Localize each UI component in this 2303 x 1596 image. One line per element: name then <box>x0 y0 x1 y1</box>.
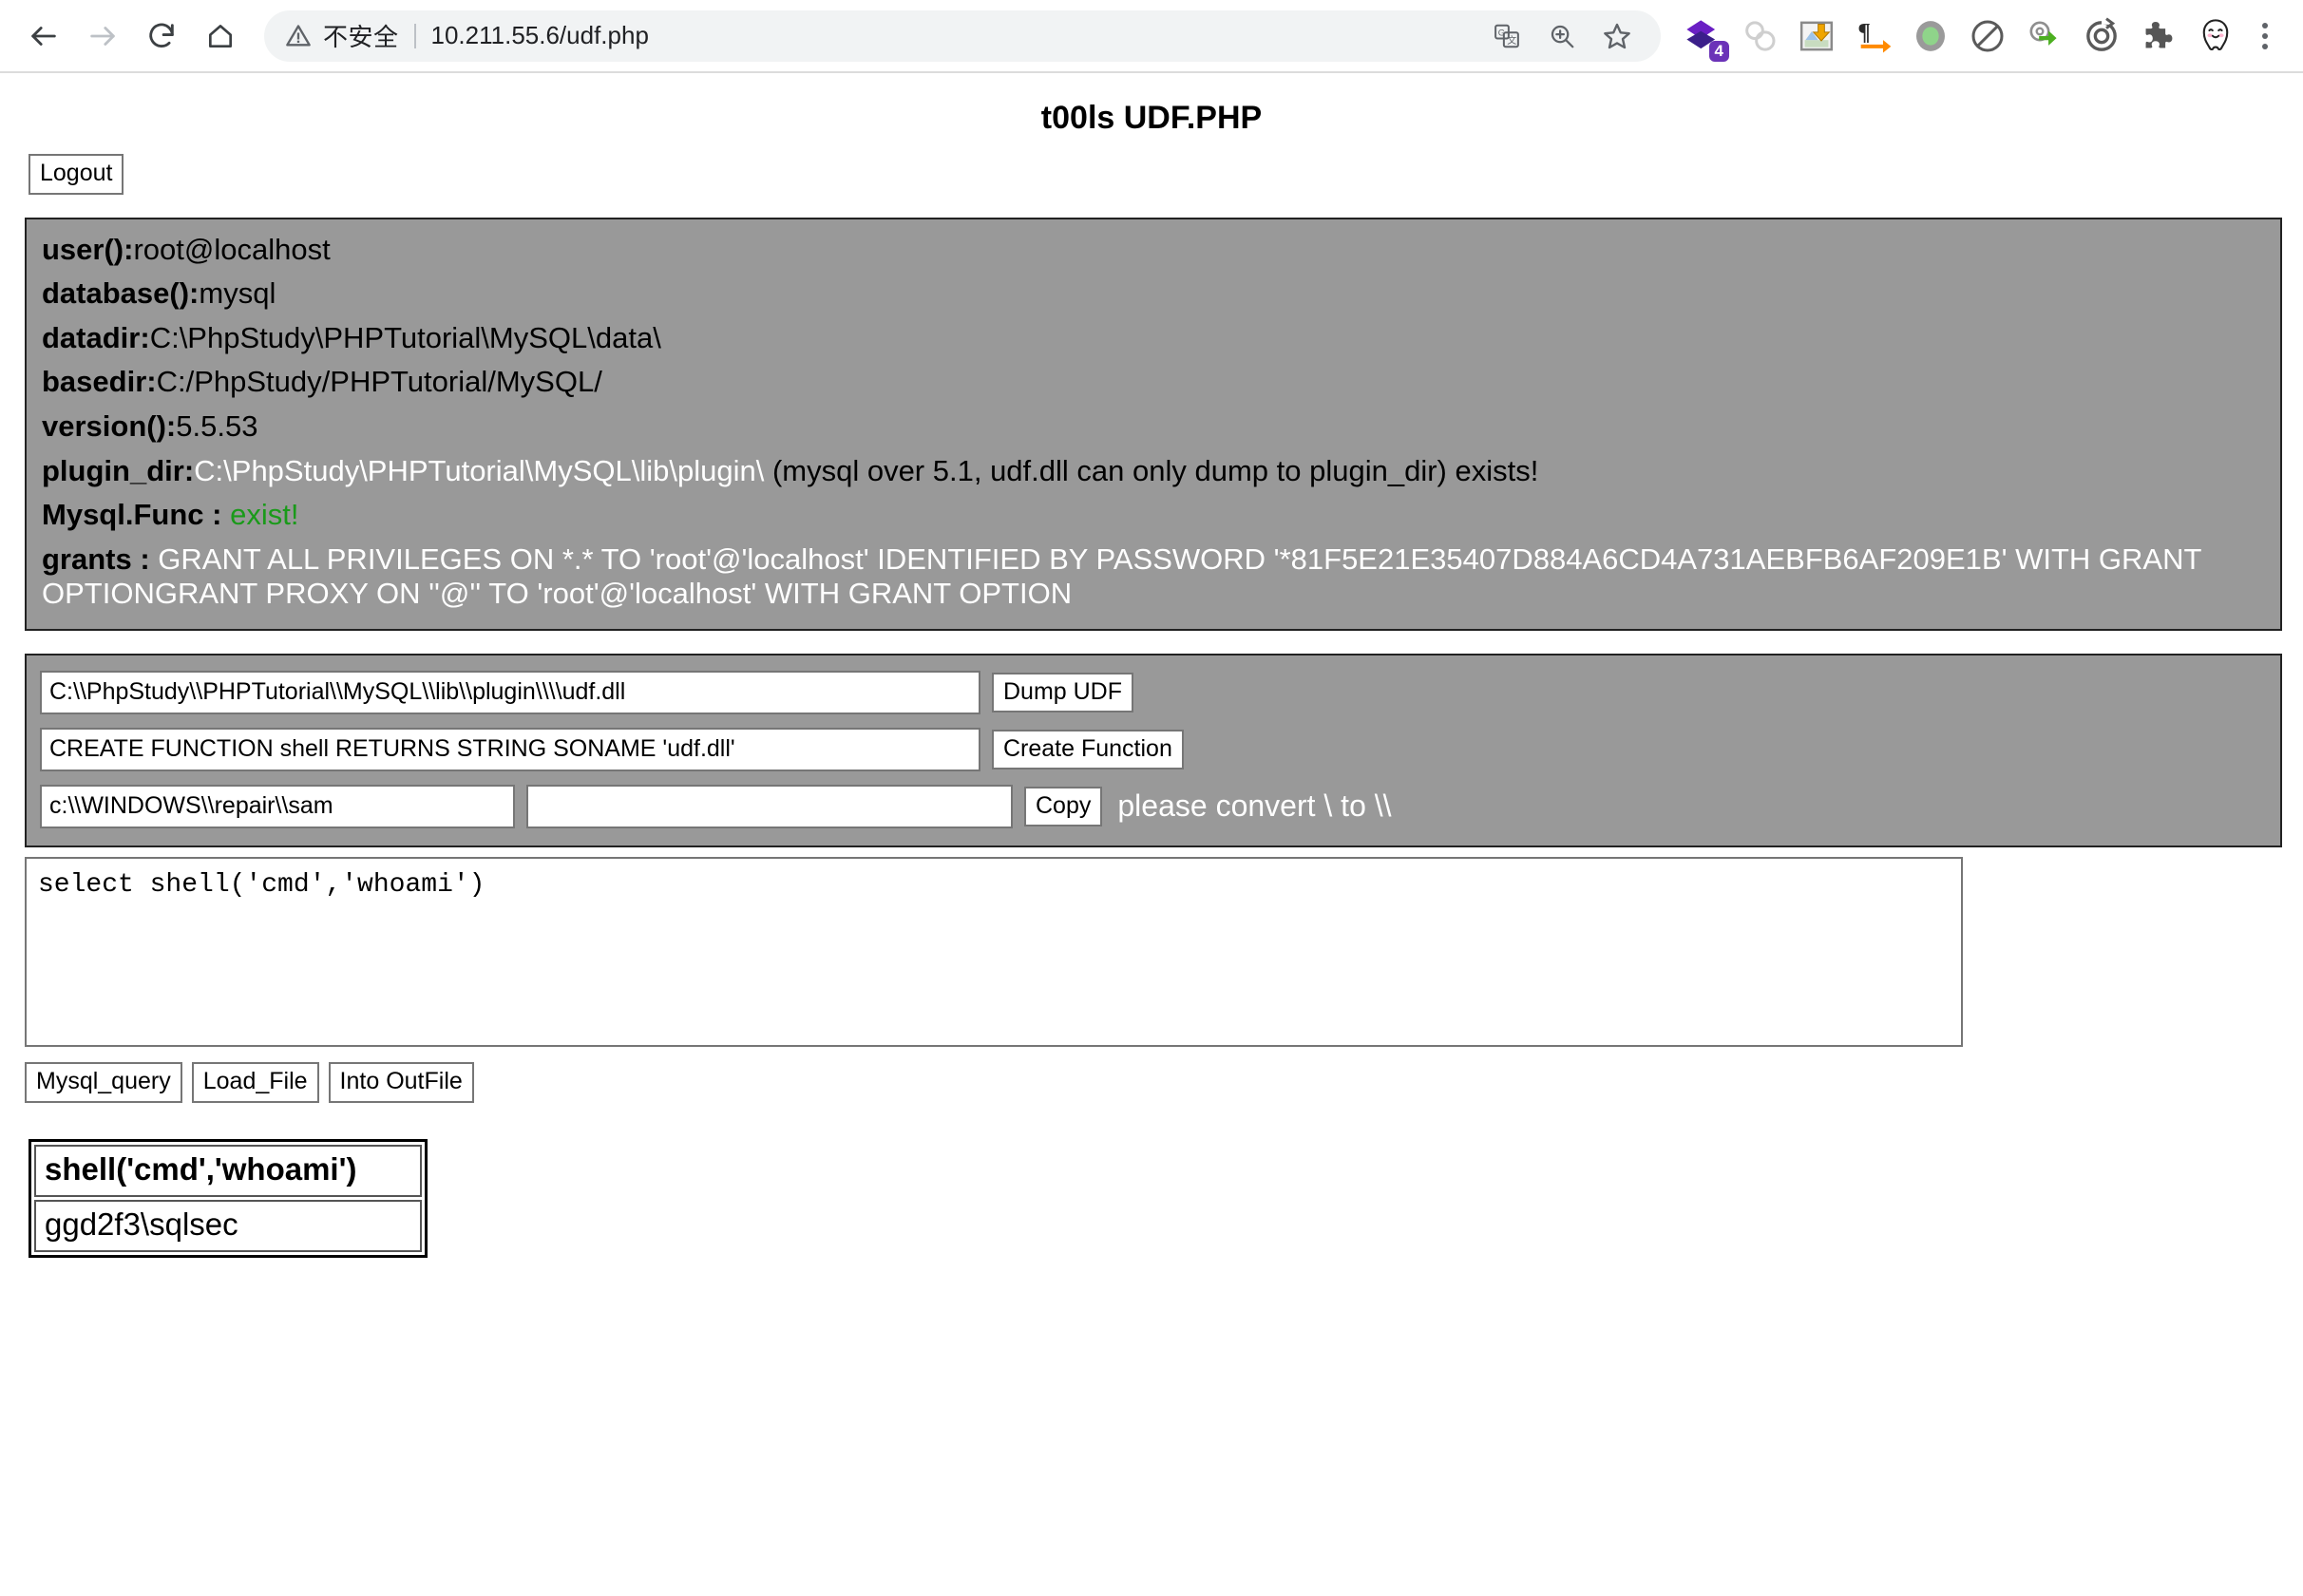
info-value-plugin-dir-path: C:\PhpStudy\PHPTutorial\MySQL\lib\plugin… <box>194 453 765 487</box>
pilcrow-arrow-icon[interactable]: ¶ <box>1849 11 1898 61</box>
puzzle-piece-icon[interactable] <box>2134 11 2183 61</box>
info-key-database: database(): <box>42 276 200 311</box>
image-download-icon[interactable] <box>1792 11 1841 61</box>
block-circle-icon[interactable] <box>1963 11 2012 61</box>
into-outfile-button[interactable]: Into OutFile <box>328 1061 474 1103</box>
info-value-plugin-dir-note: (mysql over 5.1, udf.dll can only dump t… <box>764 453 1539 487</box>
copy-destination-input[interactable] <box>526 784 1013 828</box>
info-value-user: root@localhost <box>133 232 331 266</box>
create-function-button[interactable]: Create Function <box>992 729 1184 770</box>
back-arrow-icon[interactable] <box>17 10 70 63</box>
sql-query-textarea[interactable]: select shell('cmd','whoami') <box>25 856 1963 1047</box>
load-file-button[interactable]: Load_File <box>191 1061 319 1103</box>
info-line-grants: grants : GRANT ALL PRIVILEGES ON *.* TO … <box>42 542 2265 612</box>
info-key-mysql-func: Mysql.Func : <box>42 498 231 532</box>
page-content: t00ls UDF.PHP Logout user():root@localho… <box>0 73 2303 1594</box>
result-column-header: shell('cmd','whoami') <box>34 1144 422 1197</box>
query-result-table: shell('cmd','whoami') ggd2f3\sqlsec <box>29 1138 428 1258</box>
circle-refresh-icon[interactable] <box>2077 11 2126 61</box>
ghost-face-icon[interactable] <box>2191 11 2240 61</box>
reload-icon[interactable] <box>135 10 188 63</box>
info-line-basedir: basedir:C:/PhpStudy/PHPTutorial/MySQL/ <box>42 365 2265 400</box>
zoom-icon[interactable] <box>1539 13 1585 59</box>
copy-file-row: Copy please convert \ to \\ <box>40 784 2280 828</box>
info-key-datadir: datadir: <box>42 320 150 354</box>
copy-button[interactable]: Copy <box>1024 786 1103 827</box>
svg-text:¶: ¶ <box>1857 19 1871 45</box>
info-line-version: version():5.5.53 <box>42 409 2265 445</box>
dump-udf-path-input[interactable] <box>40 670 980 714</box>
copy-source-input[interactable] <box>40 784 515 828</box>
dump-udf-row: Dump UDF <box>40 670 2280 714</box>
logout-button[interactable]: Logout <box>29 154 124 195</box>
result-cell-value: ggd2f3\sqlsec <box>34 1199 422 1252</box>
omnibox-actions: G文 <box>1484 13 1640 59</box>
info-value-version: 5.5.53 <box>176 409 258 444</box>
bookmark-star-icon[interactable] <box>1594 13 1640 59</box>
server-info-panel: user():root@localhost database():mysql d… <box>25 217 2282 631</box>
info-line-database: database():mysql <box>42 276 2265 312</box>
warning-triangle-icon <box>285 23 312 49</box>
create-function-row: Create Function <box>40 727 2280 771</box>
info-line-plugin-dir: plugin_dir:C:\PhpStudy\PHPTutorial\MySQL… <box>42 454 2265 489</box>
sql-action-buttons: Mysql_query Load_File Into OutFile <box>25 1061 2303 1103</box>
extension-icons: 4 ¶ <box>1678 11 2240 62</box>
svg-text:文: 文 <box>1507 34 1516 47</box>
info-line-mysql-func: Mysql.Func : exist! <box>42 498 2265 533</box>
info-key-plugin-dir: plugin_dir: <box>42 453 195 487</box>
info-key-grants: grants : <box>42 542 159 576</box>
green-arrow-gear-icon[interactable] <box>2020 11 2069 61</box>
translate-icon[interactable]: G文 <box>1484 13 1530 59</box>
page-title: t00ls UDF.PHP <box>1040 100 1263 136</box>
home-icon[interactable] <box>194 10 247 63</box>
info-value-basedir: C:/PhpStudy/PHPTutorial/MySQL/ <box>156 365 602 399</box>
info-key-basedir: basedir: <box>42 365 157 399</box>
info-value-database: mysql <box>199 276 276 311</box>
omnibox-divider <box>413 23 416 48</box>
info-value-mysql-func-status: exist! <box>230 498 299 532</box>
udf-actions-panel: Dump UDF Create Function Copy please con… <box>25 653 2282 847</box>
navigation-buttons <box>17 10 247 63</box>
url-text: 10.211.55.6/udf.php <box>430 21 649 49</box>
info-value-grants: GRANT ALL PRIVILEGES ON *.* TO 'root'@'l… <box>42 542 2201 611</box>
three-dots-menu-icon[interactable] <box>2244 11 2286 61</box>
forward-arrow-icon[interactable] <box>76 10 129 63</box>
extension-badge-count: 4 <box>1708 40 1729 62</box>
info-line-datadir: datadir:C:\PhpStudy\PHPTutorial\MySQL\da… <box>42 321 2265 356</box>
info-key-user: user(): <box>42 232 134 266</box>
purple-diamond-icon[interactable]: 4 <box>1678 11 1729 62</box>
gray-circles-icon[interactable] <box>1735 11 1784 61</box>
mysql-query-button[interactable]: Mysql_query <box>25 1061 182 1103</box>
copy-hint-text: please convert \ to \\ <box>1117 788 1392 824</box>
info-value-datadir: C:\PhpStudy\PHPTutorial\MySQL\data\ <box>149 320 661 354</box>
browser-toolbar: 不安全 10.211.55.6/udf.php G文 4 ¶ <box>0 0 2303 73</box>
info-key-version: version(): <box>42 409 177 444</box>
green-oval-icon[interactable] <box>1906 11 1955 61</box>
info-line-user: user():root@localhost <box>42 233 2265 268</box>
address-bar[interactable]: 不安全 10.211.55.6/udf.php G文 <box>264 10 1661 62</box>
create-function-sql-input[interactable] <box>40 727 980 771</box>
security-status-label: 不安全 <box>323 23 399 51</box>
dump-udf-button[interactable]: Dump UDF <box>992 672 1134 713</box>
logout-area: Logout <box>0 137 2303 195</box>
